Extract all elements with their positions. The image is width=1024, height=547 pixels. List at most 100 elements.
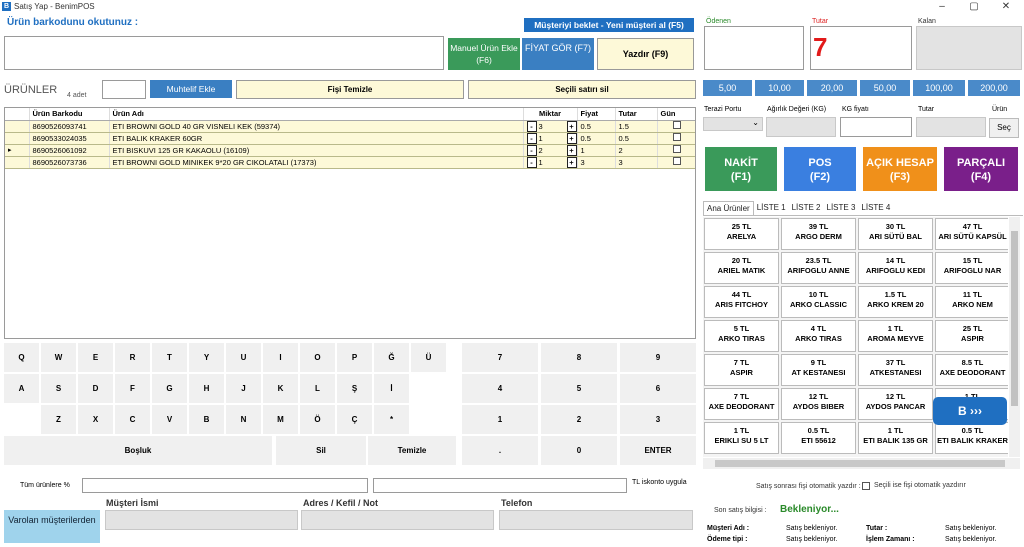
cash-200-button[interactable]: 200,00 [968,80,1020,96]
key-button[interactable]: V [152,405,187,434]
key-button[interactable]: Q [4,343,39,372]
cell-day[interactable] [657,156,695,169]
scale-port-select[interactable]: ⌄ [703,117,763,131]
barcode-input[interactable] [4,36,444,70]
numpad-key[interactable]: 6 [620,374,696,403]
key-button[interactable]: S [41,374,76,403]
quick-product-tile[interactable]: 4 TL ARKO TIRAS [781,320,856,352]
key-button[interactable]: K [263,374,298,403]
cell-qty[interactable]: -1 + [523,156,578,169]
key-button[interactable]: I [263,343,298,372]
table-row[interactable]: 8690533024035 ETI BALIK KRAKER 60GR -1 + … [5,132,695,145]
cell-qty[interactable]: -1 + [523,132,578,145]
key-button[interactable]: Z [41,405,76,434]
clear-receipt-button[interactable]: Fişi Temizle [236,80,464,99]
minus-button[interactable]: - [526,144,537,155]
wait-customer-button[interactable]: Müşteriyi beklet - Yeni müşteri al (F5) [524,18,694,32]
horizontal-scrollbar-thumb[interactable] [715,460,1005,467]
quick-product-tile[interactable]: 25 TL ARELYA [704,218,779,250]
tab-list-3[interactable]: LİSTE 3 [824,201,859,215]
table-row[interactable]: 8690526073736 ETI BROWNI GOLD MINIKEK 9*… [5,156,695,169]
customer-name-input[interactable] [105,510,298,530]
quick-product-tile[interactable]: 12 TL AYDOS PANCAR [858,388,933,420]
key-button[interactable]: Ü [411,343,446,372]
quick-product-tile[interactable]: 47 TL ARI SÜTÜ KAPSÜL [935,218,1008,250]
key-button[interactable]: W [41,343,76,372]
quick-product-tile[interactable]: 15 TL ARIFOGLU NAR [935,252,1008,284]
key-button[interactable]: A [4,374,39,403]
cell-qty[interactable]: -2 + [523,144,578,157]
quick-product-tile[interactable]: 39 TL ARGO DERM [781,218,856,250]
col-name[interactable]: Ürün Adı [109,108,524,121]
key-button[interactable]: P [337,343,372,372]
cash-20-button[interactable]: 20,00 [807,80,857,96]
quick-product-tile[interactable]: 7 TL AXE DEODORANT [704,388,779,420]
pos-payment-button[interactable]: POS (F2) [784,147,856,191]
paid-field[interactable] [704,26,804,70]
day-checkbox[interactable] [673,121,681,129]
tab-list-4[interactable]: LİSTE 4 [858,201,893,215]
row-selector[interactable] [5,120,30,133]
key-button[interactable]: E [78,343,113,372]
day-checkbox[interactable] [673,145,681,153]
space-button[interactable]: Boşluk [4,436,272,465]
quick-product-tile[interactable]: 30 TL ARI SÜTÜ BAL [858,218,933,250]
table-row[interactable]: 8690526093741 ETI BROWNI GOLD 40 GR VISN… [5,120,695,133]
key-button[interactable]: L [300,374,335,403]
delete-row-button[interactable]: Seçili satırı sil [468,80,696,99]
cell-qty[interactable]: -3 + [523,120,578,133]
key-button[interactable]: D [78,374,113,403]
discount-amount-input[interactable] [373,478,627,493]
numpad-key[interactable]: 3 [620,405,696,434]
key-button[interactable]: * [374,405,409,434]
numpad-key[interactable]: 1 [462,405,538,434]
key-button[interactable]: M [263,405,298,434]
quick-product-tile[interactable]: 25 TL ASPIR [935,320,1008,352]
numpad-key[interactable]: 7 [462,343,538,372]
col-barcode[interactable]: Ürün Barkodu [29,108,110,121]
minus-button[interactable]: - [526,156,537,167]
plus-button[interactable]: + [566,132,576,143]
numpad-key[interactable]: 0 [541,436,617,465]
cash-5-button[interactable]: 5,00 [703,80,752,96]
col-total[interactable]: Tutar [615,108,658,121]
key-button[interactable]: T [152,343,187,372]
scrollbar-thumb[interactable] [1011,231,1018,406]
phone-input[interactable] [499,510,693,530]
numpad-key[interactable]: ENTER [620,436,696,465]
col-day[interactable]: Gün [657,108,695,121]
quick-product-tile[interactable]: 8.5 TL AXE DEODORANT [935,354,1008,386]
quick-products-scrollbar[interactable] [1009,217,1020,457]
horizontal-scrollbar[interactable] [703,458,1020,469]
key-button[interactable]: B [189,405,224,434]
key-button[interactable]: Ö [300,405,335,434]
cell-day[interactable] [657,120,695,133]
key-button[interactable]: U [226,343,261,372]
manual-add-button[interactable]: Manuel Ürün Ekle (F6) [448,38,520,70]
cash-payment-button[interactable]: NAKİT (F1) [705,147,777,191]
quick-product-tile[interactable]: 0.5 TL ETI BALIK KRAKER [935,422,1008,454]
numpad-key[interactable]: 9 [620,343,696,372]
close-icon[interactable]: ✕ [994,0,1018,14]
quick-product-tile[interactable]: 44 TL ARIS FITCHOY [704,286,779,318]
key-button[interactable]: Ç [337,405,372,434]
cell-day[interactable] [657,144,695,157]
day-checkbox[interactable] [673,157,681,165]
col-qty[interactable]: Miktar [523,108,578,121]
misc-add-button[interactable]: Muhtelif Ekle [150,80,232,98]
clear-button[interactable]: Temizle [368,436,456,465]
plus-button[interactable]: + [566,120,576,131]
key-button[interactable]: Ğ [374,343,409,372]
key-button[interactable]: C [115,405,150,434]
cash-100-button[interactable]: 100,00 [913,80,965,96]
tab-main-products[interactable]: Ana Ürünler [703,201,754,215]
price-check-button[interactable]: FİYAT GÖR (F7) [522,38,594,70]
cash-10-button[interactable]: 10,00 [755,80,804,96]
key-button[interactable]: H [189,374,224,403]
numpad-key[interactable]: . [462,436,538,465]
quick-product-tile[interactable]: 10 TL ARKO CLASSIC [781,286,856,318]
quick-product-tile[interactable]: 20 TL ARIEL MATIK [704,252,779,284]
day-checkbox[interactable] [673,133,681,141]
quick-product-tile[interactable]: 7 TL ASPIR [704,354,779,386]
cash-50-button[interactable]: 50,00 [860,80,910,96]
